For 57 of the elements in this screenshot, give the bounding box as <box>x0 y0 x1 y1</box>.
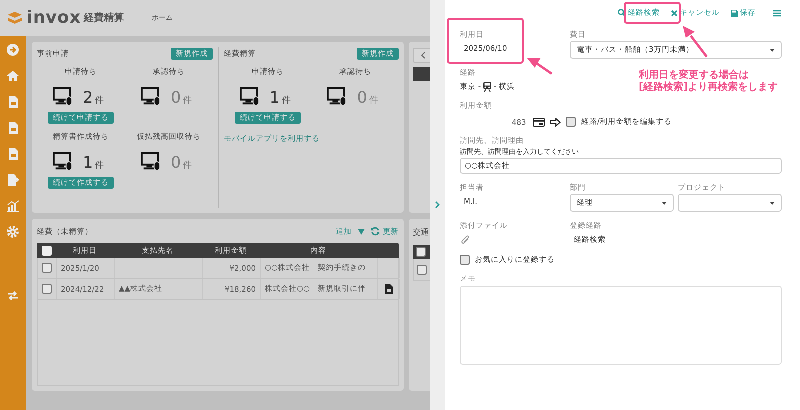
checkbox[interactable] <box>416 247 426 257</box>
chevron-right-icon[interactable] <box>435 201 440 209</box>
callout-text: 利用日を変更する場合は [経路検索]より再検索をします <box>639 70 778 94</box>
count-number: 0 <box>357 88 368 106</box>
highlight-box <box>624 2 681 24</box>
train-icon <box>483 82 492 92</box>
document-export-icon[interactable] <box>7 174 19 186</box>
memo-field[interactable] <box>460 286 782 365</box>
count-number: 1 <box>83 152 94 172</box>
document-icon[interactable] <box>7 96 19 108</box>
count-number: 2 <box>83 88 94 106</box>
checkbox[interactable] <box>42 284 52 294</box>
arrow-circle-icon[interactable] <box>7 44 19 56</box>
computer-icon <box>141 152 161 172</box>
count-unit: 件 <box>282 94 291 106</box>
menu-icon <box>773 10 781 16</box>
chevron-left-icon <box>420 52 426 59</box>
logo-icon <box>7 11 23 25</box>
close-icon <box>671 10 678 16</box>
arrow-right-icon <box>550 118 562 126</box>
file-icon <box>384 284 392 294</box>
search-icon <box>618 9 626 17</box>
card-icon <box>533 118 546 126</box>
count-number: 0 <box>171 88 182 106</box>
paperclip-icon[interactable] <box>461 235 471 246</box>
product-name: 経費精算 <box>84 12 124 25</box>
count-unit: 件 <box>95 94 104 106</box>
annotation-arrow <box>527 58 553 75</box>
select-field[interactable] <box>678 194 782 212</box>
home-icon[interactable] <box>7 70 19 82</box>
settings-icon[interactable] <box>7 226 19 238</box>
count-number: 0 <box>171 152 182 172</box>
caret-down-icon <box>662 202 667 204</box>
checkbox[interactable] <box>42 263 52 273</box>
back-button[interactable] <box>413 48 430 63</box>
section-title: 交通 <box>413 227 430 239</box>
document-icon[interactable] <box>7 122 19 134</box>
computer-icon <box>327 87 348 107</box>
checkbox[interactable] <box>566 117 576 127</box>
bar-chart-icon[interactable] <box>7 200 19 212</box>
logo-text: invox <box>27 8 82 28</box>
caret-down-icon <box>770 202 775 204</box>
count-unit: 件 <box>183 94 192 106</box>
computer-icon <box>141 87 161 107</box>
count-number: 1 <box>270 88 280 106</box>
caret-down-icon <box>770 48 775 52</box>
checkbox[interactable] <box>417 264 427 274</box>
count-unit: 件 <box>95 160 104 172</box>
count-unit: 件 <box>369 94 378 106</box>
caret-down-icon[interactable] <box>358 228 365 234</box>
document-icon[interactable] <box>7 148 19 160</box>
computer-icon <box>240 87 260 107</box>
refresh-icon <box>371 227 380 236</box>
checkbox[interactable] <box>460 255 470 265</box>
computer-icon <box>53 152 73 172</box>
computer-icon <box>53 87 73 107</box>
count-unit: 件 <box>183 160 192 172</box>
